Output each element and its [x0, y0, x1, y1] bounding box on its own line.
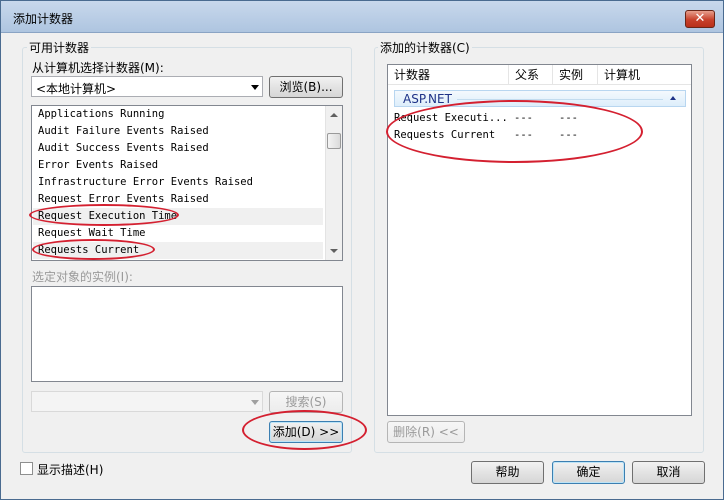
counter-item-selected[interactable]: Request Execution Time [33, 208, 323, 225]
title-bar: 添加计数器 ✕ [1, 1, 723, 33]
counter-item[interactable]: Infrastructure Error Events Raised [38, 174, 253, 191]
added-row-instance: --- [559, 112, 578, 124]
column-header-row: 计数器 父系 实例 计算机 [388, 65, 691, 85]
browse-button[interactable]: 浏览(B)... [269, 76, 343, 98]
counter-list-scrollbar[interactable] [325, 106, 342, 260]
computer-select[interactable]: <本地计算机> [31, 76, 263, 97]
counter-list[interactable]: Applications Running Audit Failure Event… [31, 105, 343, 261]
added-counters-list[interactable]: 计数器 父系 实例 计算机 ASP.NET Request Executi...… [387, 64, 692, 416]
counter-item[interactable]: Error Events Raised [38, 157, 158, 174]
counter-item[interactable]: Request Error Events Raised [38, 191, 209, 208]
column-header-computer[interactable]: 计算机 [598, 65, 693, 85]
add-counters-dialog: 添加计数器 ✕ 可用计数器 从计算机选择计数器(M): <本地计算机> 浏览(B… [0, 0, 724, 500]
column-header-counter[interactable]: 计数器 [388, 65, 509, 85]
cancel-button[interactable]: 取消 [632, 461, 705, 484]
scroll-thumb[interactable] [327, 133, 341, 149]
chevron-down-icon [251, 85, 259, 90]
scroll-down-icon[interactable] [330, 249, 338, 253]
counter-item[interactable]: Request Wait Time [38, 225, 145, 242]
added-row-counter[interactable]: Requests Current [394, 127, 495, 144]
instance-search-combo[interactable] [31, 391, 263, 412]
added-row-parent: --- [514, 129, 533, 141]
added-row-parent: --- [514, 112, 533, 124]
show-description-checkbox[interactable] [20, 462, 33, 475]
counter-item-selected[interactable]: Requests Current [33, 242, 323, 259]
delete-button[interactable]: 删除(R) << [387, 421, 465, 443]
instances-list[interactable] [31, 286, 343, 382]
chevron-down-icon [251, 400, 259, 405]
counter-item[interactable]: Applications Running [38, 106, 164, 123]
added-row-instance: --- [559, 129, 578, 141]
close-button[interactable]: ✕ [685, 10, 715, 28]
help-button[interactable]: 帮助 [471, 461, 544, 484]
instances-label: 选定对象的实例(I): [32, 270, 133, 284]
group-divider [457, 99, 663, 100]
counter-group-header[interactable]: ASP.NET [394, 90, 686, 107]
show-description-label[interactable]: 显示描述(H) [37, 461, 103, 478]
added-counters-legend: 添加的计数器(C) [378, 39, 472, 56]
search-button[interactable]: 搜索(S) [269, 391, 343, 413]
chevron-up-icon[interactable] [670, 96, 676, 100]
column-header-instance[interactable]: 实例 [553, 65, 598, 85]
select-from-computer-label: 从计算机选择计数器(M): [32, 61, 164, 75]
column-header-parent[interactable]: 父系 [509, 65, 553, 85]
computer-select-value: <本地计算机> [36, 82, 117, 96]
add-button[interactable]: 添加(D) >> [269, 421, 343, 443]
added-row-counter[interactable]: Request Executi... [394, 110, 508, 127]
counter-group-name: ASP.NET [403, 92, 452, 106]
scroll-up-icon[interactable] [330, 113, 338, 117]
window-title: 添加计数器 [13, 12, 74, 26]
counter-item[interactable]: Audit Success Events Raised [38, 140, 209, 157]
ok-button[interactable]: 确定 [552, 461, 625, 484]
available-counters-legend: 可用计数器 [27, 39, 92, 56]
counter-item[interactable]: Audit Failure Events Raised [38, 123, 209, 140]
